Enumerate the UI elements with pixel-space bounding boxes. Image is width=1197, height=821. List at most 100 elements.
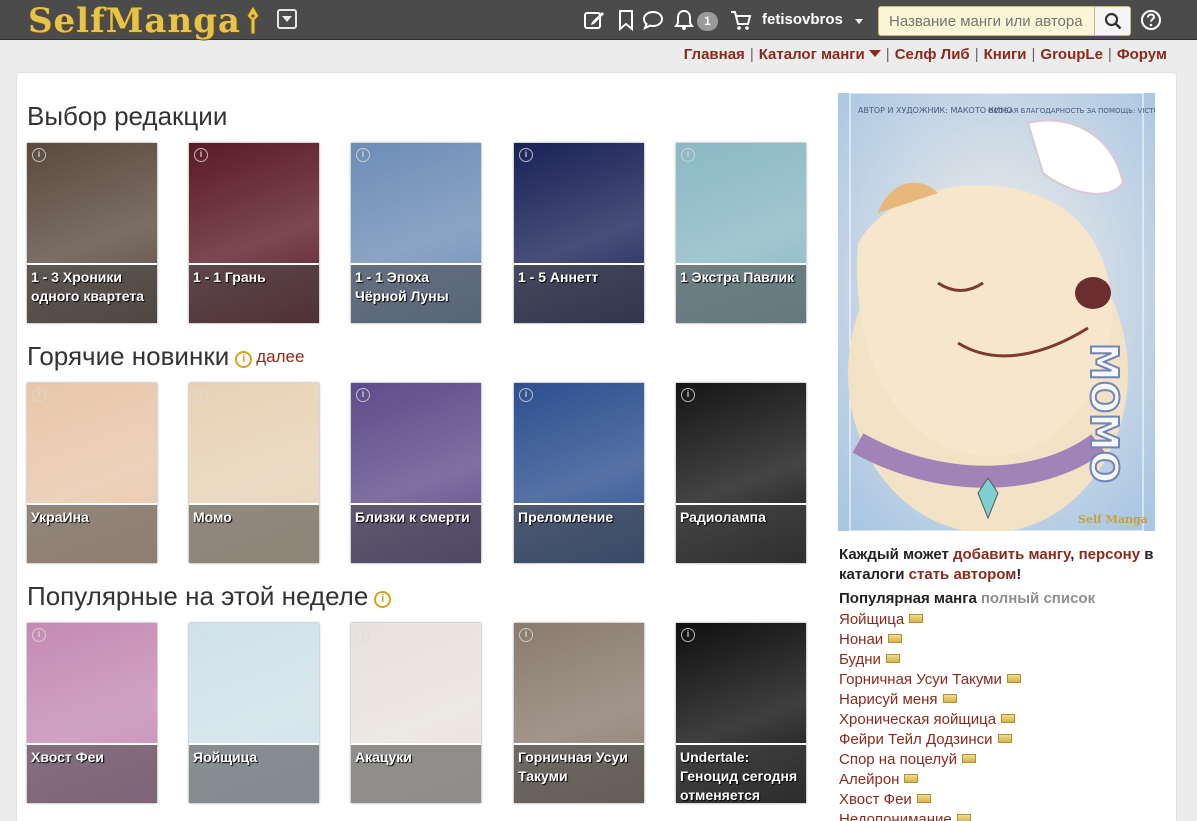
popular-manga-item[interactable]: Спор на поцелуй [839, 751, 1021, 771]
nav-item-catalog[interactable]: Каталог манги [759, 46, 881, 63]
username-menu[interactable]: fetisovbros [762, 11, 843, 28]
chevron-down-icon[interactable] [855, 19, 863, 24]
manga-card-caption: Близки к смерти [351, 503, 481, 563]
manga-card[interactable]: i Undertale: Геноцид сегодня отменяется [676, 623, 806, 803]
invite-text: Каждый может добавить мангу, персону в к… [839, 545, 1159, 585]
info-icon[interactable]: i [519, 388, 533, 402]
popular-manga-item[interactable]: Хроническая яойщица [839, 711, 1021, 731]
manga-card-caption: 1 - 1 Эпоха Чёрной Луны [351, 263, 481, 323]
popular-manga-item[interactable]: Будни [839, 651, 1021, 671]
manga-card[interactable]: i Яойщица [189, 623, 319, 803]
info-icon[interactable]: i [235, 351, 253, 368]
add-manga-link[interactable]: добавить мангу [953, 546, 1070, 563]
popular-manga-label: Будни [839, 651, 881, 668]
info-icon[interactable]: i [681, 388, 695, 402]
edit-icon[interactable] [582, 8, 606, 32]
invite-text-part: , [1070, 546, 1079, 563]
manga-card[interactable]: i Акацуки [351, 623, 481, 803]
popular-manga-item[interactable]: Алейрон [839, 771, 1021, 791]
popular-manga-item[interactable]: Недопонимание [839, 811, 1021, 821]
info-icon[interactable]: i [374, 591, 392, 608]
info-icon[interactable]: i [32, 148, 46, 162]
info-icon[interactable]: i [681, 148, 695, 162]
manga-card[interactable]: i УкраИна [27, 383, 157, 563]
bookmark-icon[interactable] [614, 8, 638, 32]
help-icon[interactable] [1140, 9, 1162, 31]
featured-poster-art: АВТОР И ХУДОЖНИК: МАКОТО КИНО ОСОБАЯ БЛА… [838, 93, 1155, 531]
poster-title: MOMO [1082, 343, 1126, 483]
nav-item-forum[interactable]: Форум [1117, 46, 1167, 63]
search-icon [1104, 12, 1122, 30]
section-title-text: Популярные на этой неделе [27, 581, 369, 611]
info-icon[interactable]: i [681, 628, 695, 642]
popular-manga-item[interactable]: Хвост Феи [839, 791, 1021, 811]
translation-flag-icon [1006, 674, 1021, 683]
translation-flag-icon [916, 794, 931, 803]
full-list-link[interactable]: полный список [981, 590, 1095, 607]
site-menu-dropdown-button[interactable] [277, 9, 297, 29]
main-nav: Главная | Каталог манги | Селф Либ | Книги | Gro… [683, 46, 1167, 63]
popular-manga-label: Хроническая яойщица [839, 711, 997, 728]
chat-icon[interactable] [641, 8, 665, 32]
manga-card[interactable]: i 1 - 3 Хроники одного квартета [27, 143, 157, 323]
bell-icon[interactable] [672, 8, 696, 32]
cart-icon[interactable] [729, 8, 753, 32]
popular-manga-item[interactable]: Нонаи [839, 631, 1021, 651]
info-icon[interactable]: i [194, 628, 208, 642]
translation-flag-icon [909, 614, 924, 623]
manga-card[interactable]: i Радиолампа [676, 383, 806, 563]
info-icon[interactable]: i [32, 388, 46, 402]
translation-flag-icon [997, 734, 1012, 743]
become-author-link[interactable]: стать автором [909, 566, 1017, 583]
manga-card-caption: УкраИна [27, 503, 157, 563]
popular-manga-label: Нарисуй меня [839, 691, 938, 708]
manga-card[interactable]: i Момо [189, 383, 319, 563]
featured-poster[interactable]: АВТОР И ХУДОЖНИК: МАКОТО КИНО ОСОБАЯ БЛА… [838, 93, 1155, 531]
more-link[interactable]: далее [256, 347, 304, 366]
nav-item-groupie[interactable]: GroupLe [1040, 46, 1103, 63]
manga-card[interactable]: i Близки к смерти [351, 383, 481, 563]
invite-text-part: ! [1016, 566, 1022, 583]
manga-card[interactable]: i 1 - 5 Аннетт [514, 143, 644, 323]
info-icon[interactable]: i [519, 148, 533, 162]
popular-manga-item[interactable]: Яойщица [839, 611, 1021, 631]
popular-manga-item[interactable]: Горничная Усуи Такуми [839, 671, 1021, 691]
popular-manga-item[interactable]: Нарисуй меня [839, 691, 1021, 711]
info-icon[interactable]: i [356, 628, 370, 642]
manga-card[interactable]: i Преломление [514, 383, 644, 563]
translation-flag-icon [904, 774, 919, 783]
site-logo[interactable]: SelfManga [28, 1, 241, 41]
nav-item-books[interactable]: Книги [984, 46, 1027, 63]
manga-card[interactable]: i Горничная Усуи Такуми [514, 623, 644, 803]
notification-count-badge[interactable]: 1 [697, 12, 718, 31]
info-icon[interactable]: i [519, 628, 533, 642]
info-icon[interactable]: i [356, 388, 370, 402]
popular-manga-item[interactable]: Фейри Тейл Додзинси [839, 731, 1021, 751]
nav-item-home[interactable]: Главная [684, 46, 745, 63]
popular-manga-label: Фейри Тейл Додзинси [839, 731, 993, 748]
manga-card-caption: 1 - 5 Аннетт [514, 263, 644, 323]
popular-manga-label: Алейрон [839, 771, 900, 788]
translation-flag-icon [956, 814, 971, 821]
manga-card[interactable]: i 1 - 1 Эпоха Чёрной Луны [351, 143, 481, 323]
popular-manga-label: Нонаи [839, 631, 884, 648]
manga-card[interactable]: i 1 Экстра Павлик [676, 143, 806, 323]
chevron-down-icon [868, 50, 881, 57]
search-input[interactable] [878, 6, 1095, 36]
info-icon[interactable]: i [356, 148, 370, 162]
section-title-text: Выбор редакции [27, 101, 228, 131]
manga-card-caption: Преломление [514, 503, 644, 563]
add-person-link[interactable]: персону [1079, 546, 1140, 563]
search-button[interactable] [1095, 6, 1131, 36]
nav-item-selflib[interactable]: Селф Либ [895, 46, 970, 63]
top-bar: SelfManga 1 fetisovbros [0, 0, 1197, 41]
poster-credit-right: ОСОБАЯ БЛАГОДАРНОСТЬ ЗА ПОМОЩЬ: VICTORIV… [988, 107, 1155, 115]
info-icon[interactable]: i [32, 628, 46, 642]
info-icon[interactable]: i [194, 388, 208, 402]
manga-card-caption: Горничная Усуи Такуми [514, 743, 644, 803]
manga-card[interactable]: i Хвост Феи [27, 623, 157, 803]
info-icon[interactable]: i [194, 148, 208, 162]
popular-manga-label: Недопонимание [839, 811, 952, 821]
manga-card-caption: Момо [189, 503, 319, 563]
manga-card[interactable]: i 1 - 1 Грань [189, 143, 319, 323]
